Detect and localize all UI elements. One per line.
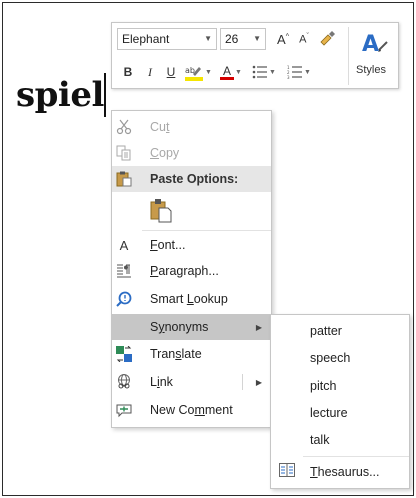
numbering-icon: 1 2 3 [287,65,303,79]
font-color-button[interactable]: A ▼ [217,61,245,83]
font-name-value: Elephant [122,32,170,46]
menu-item-copy[interactable]: Copy [112,140,271,166]
format-painter-button[interactable] [317,28,339,50]
bullets-icon [252,65,268,79]
numbering-button[interactable]: 1 2 3 ▼ [283,61,315,83]
styles-icon: A [362,32,388,57]
chevron-down-icon: ▼ [304,68,311,76]
menu-item-smart-lookup[interactable]: Smart Lookup [112,286,271,312]
synonym-item[interactable]: pitch [271,372,409,399]
font-color-icon: A [220,65,235,80]
menu-item-translate[interactable]: Translate [112,341,271,367]
chevron-right-icon: ▶ [255,322,262,332]
grow-font-button[interactable]: A^ [274,28,292,50]
clipboard-icon [115,170,133,188]
highlight-button[interactable]: ab ▼ [183,61,213,83]
chevron-right-icon[interactable]: ▶ [256,378,262,387]
synonym-item[interactable]: lecture [271,399,409,426]
shrink-font-icon: Aˇ [299,32,309,46]
bold-button[interactable]: B [120,61,136,83]
chevron-down-icon: ▼ [269,68,276,76]
synonym-item[interactable]: patter [271,317,409,344]
new-comment-icon [115,401,133,419]
chevron-down-icon: ▼ [205,68,212,76]
italic-button[interactable]: I [142,61,158,83]
menu-item-new-comment[interactable]: New Comment [112,397,271,423]
svg-text:3: 3 [287,75,290,79]
chevron-down-icon: ▼ [204,34,212,43]
menu-divider [142,230,271,231]
font-size-value: 26 [225,32,239,46]
paragraph-icon [115,262,133,280]
thesaurus-icon [279,463,295,480]
paste-keep-text-only-button[interactable] [112,194,271,226]
font-name-combo[interactable]: Elephant ▼ [117,28,217,50]
synonyms-submenu: patter speech pitch lecture talk Thesaur… [270,314,410,489]
toolbar-separator [348,27,349,85]
translate-icon [115,345,133,363]
paste-options-header: Paste Options: [112,166,271,192]
shrink-font-button[interactable]: Aˇ [295,28,313,50]
split-divider [242,374,243,390]
chevron-down-icon: ▼ [235,68,242,76]
synonym-item[interactable]: talk [271,426,409,453]
chevron-down-icon: ▼ [253,34,261,43]
scissors-icon [115,118,133,136]
highlighter-icon: ab [185,66,204,81]
menu-item-cut[interactable]: Cut [112,114,271,140]
svg-text:A: A [362,32,379,57]
font-icon: A [119,237,129,253]
menu-item-link[interactable]: Link ▶ [112,369,271,395]
styles-button[interactable]: A [355,26,395,60]
menu-item-synonyms[interactable]: Synonyms ▶ [112,314,271,340]
grow-font-icon: A^ [277,31,289,47]
document-word: spiel [16,75,104,115]
mini-toolbar: Elephant ▼ 26 ▼ A^ Aˇ A Styles B I U ab [111,22,399,89]
copy-icon [115,144,133,162]
context-menu: Cut Copy Paste Options: A Font... Paragr… [111,110,272,428]
smart-lookup-icon [115,290,133,308]
styles-label: Styles [356,64,386,76]
menu-divider [303,456,409,457]
menu-item-font[interactable]: A Font... [112,232,271,258]
link-icon [115,373,133,391]
format-painter-icon [320,31,335,46]
synonym-item[interactable]: speech [271,344,409,371]
underline-button[interactable]: U [163,61,179,83]
font-size-combo[interactable]: 26 ▼ [220,28,266,50]
text-cursor [104,73,106,117]
menu-item-thesaurus[interactable]: Thesaurus... [271,458,409,485]
bullets-button[interactable]: ▼ [249,61,279,83]
paste-clipboard-icon [150,197,172,226]
menu-item-paragraph[interactable]: Paragraph... [112,258,271,284]
